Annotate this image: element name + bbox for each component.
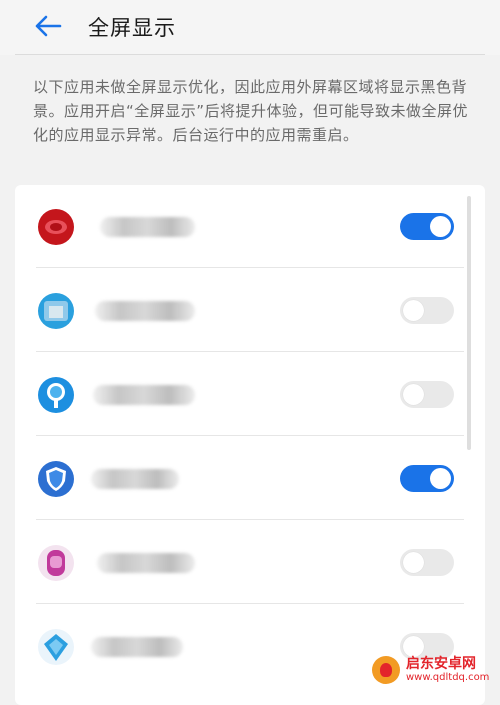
app-name-blurred (91, 637, 183, 657)
toggle-knob (403, 552, 424, 573)
list-item (15, 269, 485, 352)
list-item (15, 353, 485, 436)
app-name-blurred (93, 385, 195, 405)
divider (36, 519, 464, 520)
watermark-logo-icon (372, 656, 400, 684)
app-header: 全屏显示 (0, 0, 500, 55)
page-title: 全屏显示 (88, 16, 176, 40)
arrow-left-icon (35, 15, 62, 37)
app-name-blurred (100, 217, 195, 237)
toggle-knob (430, 216, 451, 237)
divider (36, 267, 464, 268)
watermark-url: www.qdltdq.com (406, 672, 490, 683)
toggle-knob (403, 384, 424, 405)
divider (36, 351, 464, 352)
list-item (15, 521, 485, 604)
pink-app-icon (37, 544, 75, 582)
divider (36, 435, 464, 436)
watermark: 启东安卓网 www.qdltdq.com (372, 652, 500, 688)
back-button[interactable] (30, 10, 66, 42)
blue-shield-app-icon (37, 460, 75, 498)
fullscreen-toggle[interactable] (400, 465, 454, 492)
blue-diamond-app-icon (37, 628, 75, 666)
toggle-knob (430, 468, 451, 489)
blue-app-icon (37, 292, 75, 330)
app-name-blurred (91, 469, 179, 489)
app-name-blurred (95, 301, 195, 321)
fullscreen-toggle[interactable] (400, 213, 454, 240)
header-divider (15, 54, 485, 55)
list-item (15, 185, 485, 268)
fullscreen-toggle[interactable] (400, 549, 454, 576)
description-text: 以下应用未做全屏显示优化，因此应用外屏幕区域将显示黑色背景。应用开启“全屏显示”… (33, 78, 469, 144)
fullscreen-toggle[interactable] (400, 297, 454, 324)
toggle-knob (403, 300, 424, 321)
divider (36, 603, 464, 604)
fullscreen-toggle[interactable] (400, 381, 454, 408)
red-app-icon (37, 208, 75, 246)
watermark-name: 启东安卓网 (406, 656, 476, 672)
app-name-blurred (97, 553, 195, 573)
scrollbar[interactable] (467, 196, 471, 450)
app-list (15, 185, 485, 705)
list-item (15, 437, 485, 520)
blue-tree-app-icon (37, 376, 75, 414)
